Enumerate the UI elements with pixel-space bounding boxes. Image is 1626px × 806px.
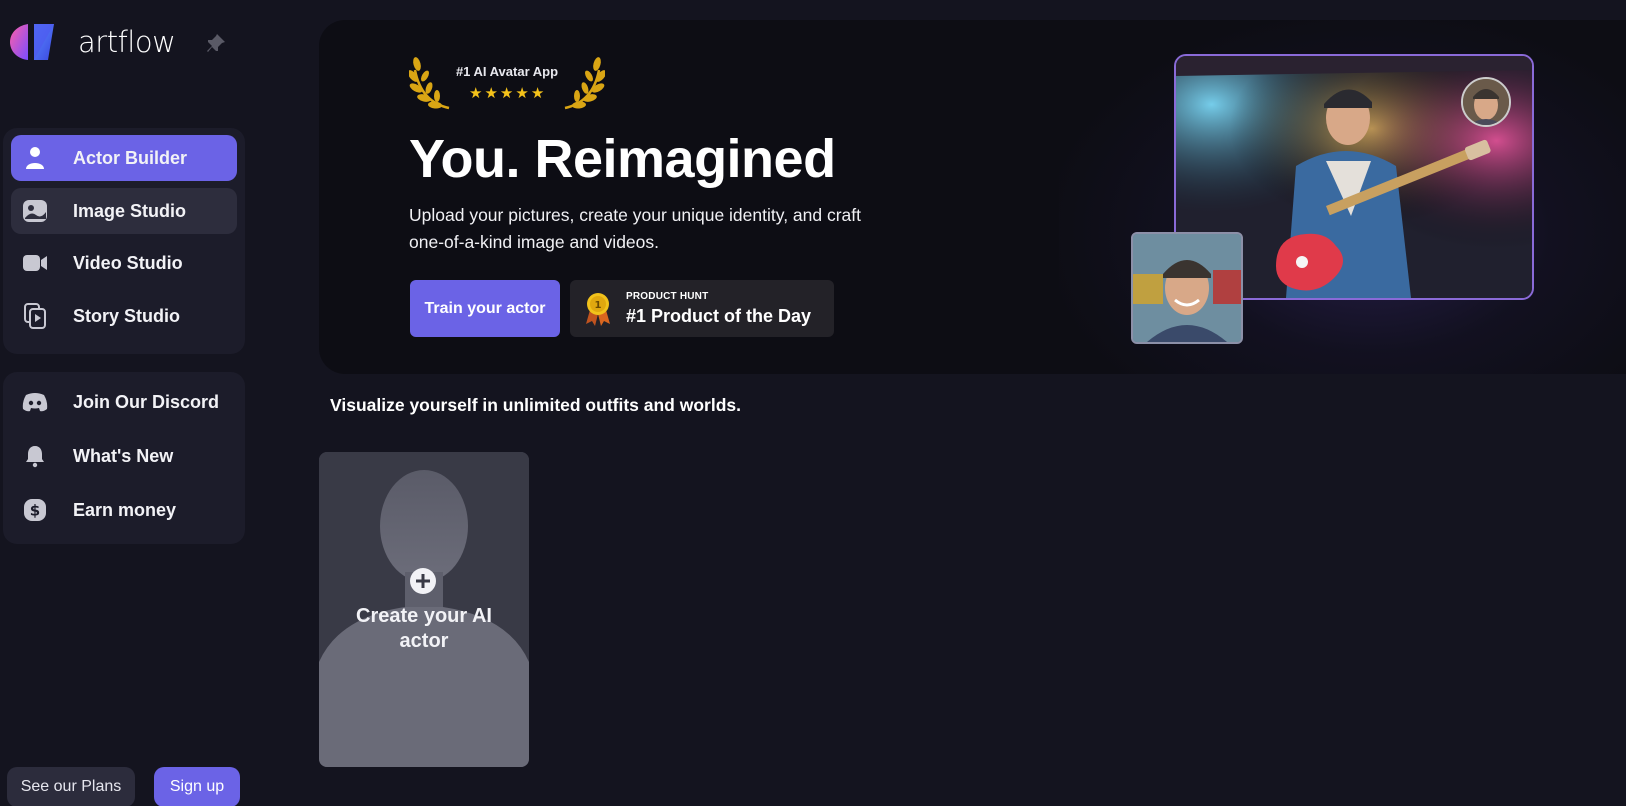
award-badge: #1 AI Avatar App ★ ★ ★ ★ ★ [409,52,605,110]
sign-up-button[interactable]: Sign up [154,767,240,806]
see-plans-button[interactable]: See our Plans [7,767,135,806]
discord-icon [21,388,49,416]
star-icon: ★ [469,85,483,102]
product-hunt-label: PRODUCT HUNT [626,291,709,302]
train-actor-button[interactable]: Train your actor [410,280,560,337]
sidebar-item-label: Join Our Discord [73,391,220,412]
star-icon: ★ [484,85,498,102]
create-actor-card[interactable]: Create your AI actor [319,452,529,767]
medal-icon: 1 [586,293,610,326]
hero-subtitle-line2: one-of-a-kind image and videos. [409,232,660,252]
person-icon [21,144,49,172]
sidebar-item-image-studio[interactable]: Image Studio [11,188,237,234]
plus-icon [410,568,436,594]
sidebar-item-label: What's New [73,445,174,466]
sidebar-item-label: Story Studio [73,305,180,326]
create-actor-label: Create your AI actor [319,604,529,654]
image-icon [21,197,49,225]
bell-icon [21,442,49,470]
star-icon: ★ [515,85,529,102]
sidebar: artflow Actor Builder Image Studio Video… [0,0,262,806]
secondary-nav: Join Our Discord What's New $ Earn money [3,372,245,544]
product-hunt-title: #1 Product of the Day [626,306,812,326]
brand-name: artflow [78,25,176,59]
story-icon [21,302,49,330]
avatar-thumbnail [1461,77,1511,127]
hero-subtitle-line1: Upload your pictures, create your unique… [409,205,862,225]
star-icon: ★ [499,85,514,102]
sidebar-item-video-studio[interactable]: Video Studio [11,240,237,286]
sidebar-item-label: Image Studio [73,200,187,221]
pin-icon[interactable] [204,32,228,56]
hero-title: You. Reimagined [409,129,836,189]
laurel-left-icon [409,57,450,110]
artflow-logo-icon [10,22,56,62]
sidebar-item-label: Earn money [73,499,177,520]
sidebar-item-discord[interactable]: Join Our Discord [11,379,237,425]
svg-text:$: $ [30,502,40,520]
primary-nav: Actor Builder Image Studio Video Studio … [3,128,245,354]
create-actor-label-line2: actor [399,630,449,652]
sidebar-item-whats-new[interactable]: What's New [11,433,237,479]
sidebar-item-actor-builder[interactable]: Actor Builder [11,135,237,181]
product-hunt-badge[interactable]: 1 PRODUCT HUNT #1 Product of the Day [570,280,834,337]
medal-number: 1 [595,300,602,311]
dollar-icon: $ [21,496,49,524]
laurel-right-icon [564,57,605,110]
brand[interactable]: artflow [10,22,176,62]
hero-subtitle: Upload your pictures, create your unique… [409,202,889,256]
star-icon: ★ [530,85,545,102]
video-camera-icon [21,249,49,277]
section-title: Visualize yourself in unlimited outfits … [330,395,741,415]
rating-stars: ★ ★ ★ ★ ★ [469,86,544,102]
sidebar-item-story-studio[interactable]: Story Studio [11,293,237,339]
create-actor-label-line1: Create your AI [356,605,492,627]
hero-portrait-image [1131,232,1243,344]
sidebar-item-label: Video Studio [73,252,183,273]
sidebar-item-earn-money[interactable]: $ Earn money [11,487,237,533]
sidebar-item-label: Actor Builder [73,147,188,168]
hero-banner: #1 AI Avatar App ★ ★ ★ ★ ★ You. Reimagin… [319,20,1626,374]
